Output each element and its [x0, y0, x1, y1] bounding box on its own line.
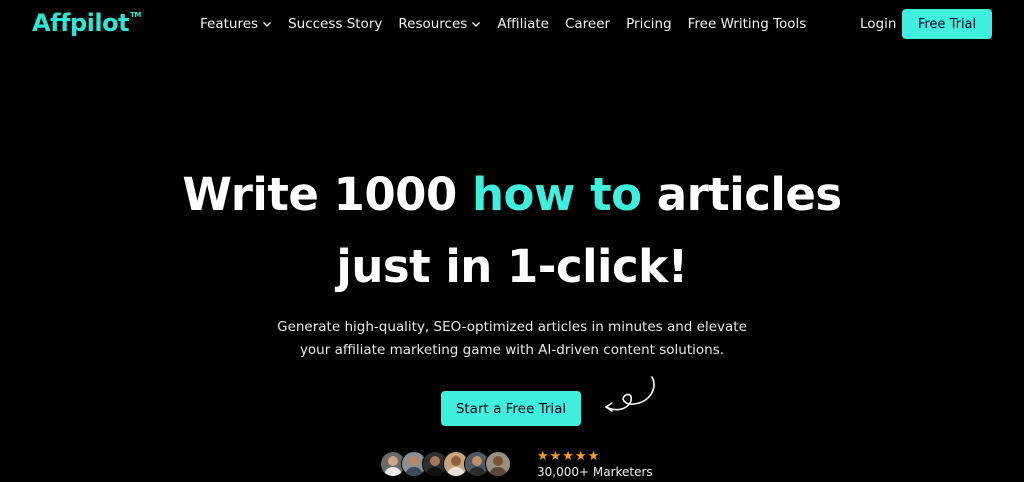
menu-item-career[interactable]: Career	[565, 16, 610, 32]
brand-name: Affpilot	[32, 9, 130, 37]
menu-item-label: Career	[564, 16, 611, 32]
free-trial-button[interactable]: Free Trial	[902, 9, 992, 39]
hero-headline-line1: Write 1000 how to articles	[0, 168, 1024, 221]
rating-stars: ★★★★★	[537, 449, 601, 464]
chevron-down-icon	[263, 22, 272, 27]
menu-item-label: Resources	[398, 16, 468, 32]
menu-item-label: Pricing	[626, 16, 672, 32]
menu-item-success-story[interactable]: Success Story	[288, 16, 382, 32]
menu-item-pricing[interactable]: Pricing	[626, 16, 672, 32]
avatar	[485, 451, 511, 477]
headline-text: Write 1000	[182, 168, 472, 221]
menu-item-label: Free Writing Tools	[687, 16, 807, 32]
avatar-group	[380, 451, 511, 477]
headline-text: articles	[641, 168, 842, 221]
top-navigation: Affpilot TM Features Success Story Resou…	[0, 0, 1024, 48]
hero-headline-line2: just in 1-click!	[336, 240, 688, 293]
marketers-count: 30,000+ Marketers	[537, 465, 653, 479]
curly-arrow-icon	[605, 376, 655, 412]
login-link[interactable]: Login	[860, 16, 896, 32]
headline-accent: how to	[471, 168, 642, 221]
menu-item-free-writing-tools[interactable]: Free Writing Tools	[688, 16, 807, 32]
menu-item-label: Success Story	[288, 16, 383, 32]
menu-item-features[interactable]: Features	[200, 16, 272, 32]
menu-item-affiliate[interactable]: Affiliate	[497, 16, 549, 32]
brand-logo[interactable]: Affpilot TM	[32, 9, 141, 37]
menu-item-label: Affiliate	[497, 16, 549, 32]
chevron-down-icon	[472, 22, 481, 27]
start-free-trial-button[interactable]: Start a Free Trial	[441, 391, 581, 426]
trademark-mark: TM	[130, 11, 141, 19]
main-menu: Features Success Story Resources Affilia…	[200, 16, 806, 32]
menu-item-label: Features	[200, 16, 259, 32]
hero-subtitle-line1: Generate high-quality, SEO-optimized art…	[277, 319, 747, 335]
menu-item-resources[interactable]: Resources	[398, 16, 481, 32]
hero-subtitle-line2: your affiliate marketing game with AI-dr…	[299, 342, 725, 358]
